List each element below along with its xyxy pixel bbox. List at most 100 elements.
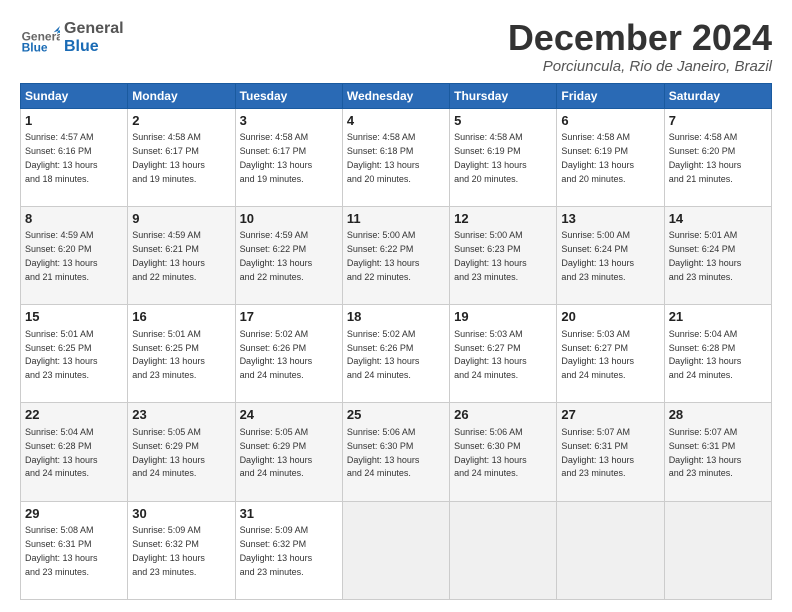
header: General Blue General Blue December 2024 … bbox=[20, 18, 772, 75]
day-cell: 14 Sunrise: 5:01 AMSunset: 6:24 PMDayligh… bbox=[664, 206, 771, 304]
day-info: Sunrise: 5:07 AMSunset: 6:31 PMDaylight:… bbox=[669, 427, 742, 478]
day-cell: 21 Sunrise: 5:04 AMSunset: 6:28 PMDayligh… bbox=[664, 305, 771, 403]
day-info: Sunrise: 5:01 AMSunset: 6:25 PMDaylight:… bbox=[25, 329, 98, 380]
day-info: Sunrise: 5:04 AMSunset: 6:28 PMDaylight:… bbox=[669, 329, 742, 380]
day-cell: 27Sunrise: 5:07 AMSunset: 6:31 PMDayligh… bbox=[557, 403, 664, 501]
day-cell: 22 Sunrise: 5:04 AMSunset: 6:28 PMDayligh… bbox=[21, 403, 128, 501]
day-number: 24 bbox=[240, 406, 338, 424]
weekday-saturday: Saturday bbox=[664, 83, 771, 108]
day-info: Sunrise: 5:05 AMSunset: 6:29 PMDaylight:… bbox=[132, 427, 205, 478]
day-number: 10 bbox=[240, 210, 338, 228]
day-cell: 19 Sunrise: 5:03 AMSunset: 6:27 PMDayligh… bbox=[450, 305, 557, 403]
day-info: Sunrise: 5:05 AMSunset: 6:29 PMDaylight:… bbox=[240, 427, 313, 478]
day-info: Sunrise: 4:59 AMSunset: 6:21 PMDaylight:… bbox=[132, 230, 205, 281]
day-info: Sunrise: 4:59 AMSunset: 6:20 PMDaylight:… bbox=[25, 230, 98, 281]
day-cell: 12Sunrise: 5:00 AMSunset: 6:23 PMDayligh… bbox=[450, 206, 557, 304]
day-info: Sunrise: 4:58 AMSunset: 6:17 PMDaylight:… bbox=[132, 132, 205, 183]
day-number: 21 bbox=[669, 308, 767, 326]
weekday-tuesday: Tuesday bbox=[235, 83, 342, 108]
week-row-3: 15 Sunrise: 5:01 AMSunset: 6:25 PMDayligh… bbox=[21, 305, 772, 403]
day-cell: 9 Sunrise: 4:59 AMSunset: 6:21 PMDaylight… bbox=[128, 206, 235, 304]
logo-blue: Blue bbox=[64, 38, 124, 56]
day-cell: 30 Sunrise: 5:09 AMSunset: 6:32 PMDayligh… bbox=[128, 501, 235, 599]
weekday-wednesday: Wednesday bbox=[342, 83, 449, 108]
day-info: Sunrise: 4:57 AMSunset: 6:16 PMDaylight:… bbox=[25, 132, 98, 183]
day-cell: 7Sunrise: 4:58 AMSunset: 6:20 PMDaylight… bbox=[664, 108, 771, 206]
location: Porciuncula, Rio de Janeiro, Brazil bbox=[508, 58, 772, 75]
day-info: Sunrise: 4:58 AMSunset: 6:18 PMDaylight:… bbox=[347, 132, 420, 183]
day-number: 4 bbox=[347, 112, 445, 130]
day-cell: 2 Sunrise: 4:58 AMSunset: 6:17 PMDaylight… bbox=[128, 108, 235, 206]
day-number: 3 bbox=[240, 112, 338, 130]
month-title: December 2024 bbox=[508, 18, 772, 58]
svg-text:Blue: Blue bbox=[22, 41, 48, 55]
day-info: Sunrise: 5:00 AMSunset: 6:23 PMDaylight:… bbox=[454, 230, 527, 281]
day-info: Sunrise: 5:03 AMSunset: 6:27 PMDaylight:… bbox=[561, 329, 634, 380]
day-cell: 6Sunrise: 4:58 AMSunset: 6:19 PMDaylight… bbox=[557, 108, 664, 206]
weekday-monday: Monday bbox=[128, 83, 235, 108]
day-cell: 16 Sunrise: 5:01 AMSunset: 6:25 PMDayligh… bbox=[128, 305, 235, 403]
weekday-sunday: Sunday bbox=[21, 83, 128, 108]
day-info: Sunrise: 5:09 AMSunset: 6:32 PMDaylight:… bbox=[132, 525, 205, 576]
day-cell: 31Sunrise: 5:09 AMSunset: 6:32 PMDayligh… bbox=[235, 501, 342, 599]
day-number: 19 bbox=[454, 308, 552, 326]
day-info: Sunrise: 4:58 AMSunset: 6:20 PMDaylight:… bbox=[669, 132, 742, 183]
day-number: 22 bbox=[25, 406, 123, 424]
weekday-thursday: Thursday bbox=[450, 83, 557, 108]
day-number: 28 bbox=[669, 406, 767, 424]
day-info: Sunrise: 5:01 AMSunset: 6:25 PMDaylight:… bbox=[132, 329, 205, 380]
week-row-4: 22 Sunrise: 5:04 AMSunset: 6:28 PMDayligh… bbox=[21, 403, 772, 501]
day-info: Sunrise: 4:58 AMSunset: 6:19 PMDaylight:… bbox=[454, 132, 527, 183]
day-cell: 15 Sunrise: 5:01 AMSunset: 6:25 PMDayligh… bbox=[21, 305, 128, 403]
day-info: Sunrise: 5:06 AMSunset: 6:30 PMDaylight:… bbox=[454, 427, 527, 478]
day-cell: 4 Sunrise: 4:58 AMSunset: 6:18 PMDaylight… bbox=[342, 108, 449, 206]
day-number: 29 bbox=[25, 505, 123, 523]
day-number: 17 bbox=[240, 308, 338, 326]
day-info: Sunrise: 5:01 AMSunset: 6:24 PMDaylight:… bbox=[669, 230, 742, 281]
day-number: 30 bbox=[132, 505, 230, 523]
day-cell: 28 Sunrise: 5:07 AMSunset: 6:31 PMDayligh… bbox=[664, 403, 771, 501]
week-row-1: 1 Sunrise: 4:57 AMSunset: 6:16 PMDaylight… bbox=[21, 108, 772, 206]
day-info: Sunrise: 5:03 AMSunset: 6:27 PMDaylight:… bbox=[454, 329, 527, 380]
day-number: 9 bbox=[132, 210, 230, 228]
day-number: 31 bbox=[240, 505, 338, 523]
day-cell bbox=[450, 501, 557, 599]
day-info: Sunrise: 5:02 AMSunset: 6:26 PMDaylight:… bbox=[240, 329, 313, 380]
weekday-friday: Friday bbox=[557, 83, 664, 108]
day-number: 1 bbox=[25, 112, 123, 130]
day-cell: 8Sunrise: 4:59 AMSunset: 6:20 PMDaylight… bbox=[21, 206, 128, 304]
day-number: 18 bbox=[347, 308, 445, 326]
day-cell: 5 Sunrise: 4:58 AMSunset: 6:19 PMDaylight… bbox=[450, 108, 557, 206]
day-info: Sunrise: 4:58 AMSunset: 6:17 PMDaylight:… bbox=[240, 132, 313, 183]
logo-general: General bbox=[64, 20, 124, 38]
day-number: 23 bbox=[132, 406, 230, 424]
day-number: 26 bbox=[454, 406, 552, 424]
day-number: 14 bbox=[669, 210, 767, 228]
day-number: 16 bbox=[132, 308, 230, 326]
day-number: 15 bbox=[25, 308, 123, 326]
day-cell: 18Sunrise: 5:02 AMSunset: 6:26 PMDayligh… bbox=[342, 305, 449, 403]
logo: General Blue General Blue bbox=[20, 18, 124, 58]
calendar: SundayMondayTuesdayWednesdayThursdayFrid… bbox=[20, 83, 772, 600]
day-info: Sunrise: 5:04 AMSunset: 6:28 PMDaylight:… bbox=[25, 427, 98, 478]
day-cell: 11Sunrise: 5:00 AMSunset: 6:22 PMDayligh… bbox=[342, 206, 449, 304]
day-cell: 13Sunrise: 5:00 AMSunset: 6:24 PMDayligh… bbox=[557, 206, 664, 304]
day-cell: 17 Sunrise: 5:02 AMSunset: 6:26 PMDayligh… bbox=[235, 305, 342, 403]
day-cell: 29 Sunrise: 5:08 AMSunset: 6:31 PMDayligh… bbox=[21, 501, 128, 599]
day-cell: 3 Sunrise: 4:58 AMSunset: 6:17 PMDaylight… bbox=[235, 108, 342, 206]
day-number: 20 bbox=[561, 308, 659, 326]
day-info: Sunrise: 5:06 AMSunset: 6:30 PMDaylight:… bbox=[347, 427, 420, 478]
day-cell bbox=[664, 501, 771, 599]
day-info: Sunrise: 5:08 AMSunset: 6:31 PMDaylight:… bbox=[25, 525, 98, 576]
day-cell: 24 Sunrise: 5:05 AMSunset: 6:29 PMDayligh… bbox=[235, 403, 342, 501]
day-cell bbox=[557, 501, 664, 599]
logo-icon: General Blue bbox=[20, 18, 60, 58]
day-number: 2 bbox=[132, 112, 230, 130]
week-row-2: 8Sunrise: 4:59 AMSunset: 6:20 PMDaylight… bbox=[21, 206, 772, 304]
day-number: 13 bbox=[561, 210, 659, 228]
title-block: December 2024 Porciuncula, Rio de Janeir… bbox=[508, 18, 772, 75]
day-cell: 23 Sunrise: 5:05 AMSunset: 6:29 PMDayligh… bbox=[128, 403, 235, 501]
day-number: 5 bbox=[454, 112, 552, 130]
week-row-5: 29 Sunrise: 5:08 AMSunset: 6:31 PMDayligh… bbox=[21, 501, 772, 599]
day-number: 6 bbox=[561, 112, 659, 130]
